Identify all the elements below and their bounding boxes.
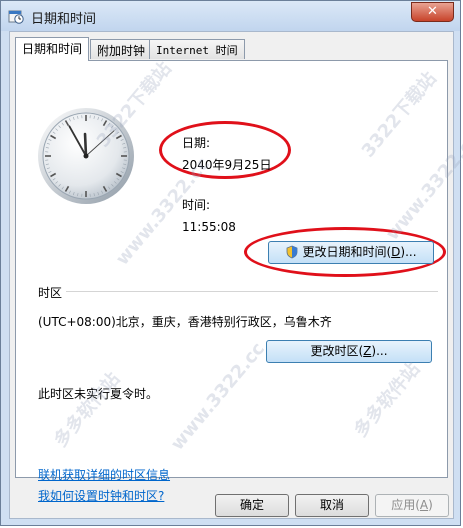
dst-note: 此时区未实行夏令时。 bbox=[38, 387, 159, 401]
close-icon: ✕ bbox=[427, 4, 438, 19]
tab-date-time[interactable]: 日期和时间 bbox=[15, 37, 90, 61]
uac-shield-icon bbox=[287, 245, 298, 259]
date-label: 日期: bbox=[182, 136, 211, 150]
apply-mnemonic: A bbox=[419, 498, 429, 512]
time-value: 11:55:08 bbox=[182, 220, 236, 234]
tab-additional-clocks[interactable]: 附加时钟 bbox=[90, 39, 153, 59]
ok-label: 确定 bbox=[239, 498, 264, 512]
link-timezone-info[interactable]: 联机获取详细的时区信息 bbox=[38, 466, 170, 483]
window-title: 日期和时间 bbox=[31, 12, 97, 27]
title-bar[interactable]: 日期和时间 ✕ bbox=[1, 1, 460, 31]
tab-label: Internet 时间 bbox=[156, 44, 238, 57]
timezone-separator bbox=[66, 291, 438, 292]
change-date-time-mnemonic: D bbox=[391, 245, 401, 259]
clock-calendar-icon bbox=[8, 10, 24, 24]
link-how-set-clock[interactable]: 我如何设置时钟和时区? bbox=[38, 487, 164, 504]
change-timezone-button[interactable]: 更改时区(Z)... bbox=[266, 340, 432, 363]
cancel-label: 取消 bbox=[319, 498, 344, 512]
date-time-dialog: 日期和时间 ✕ 日期和时间 附加时钟 Internet 时间 日期: 2040年… bbox=[0, 0, 463, 526]
tab-internet-time[interactable]: Internet 时间 bbox=[149, 39, 245, 59]
tab-label: 日期和时间 bbox=[22, 42, 83, 56]
apply-label: 应用 bbox=[391, 498, 416, 512]
cancel-button[interactable]: 取消 bbox=[295, 494, 369, 517]
time-label: 时间: bbox=[182, 198, 211, 212]
date-value: 2040年9月25日 bbox=[182, 158, 272, 172]
change-timezone-label: 更改时区 bbox=[310, 344, 359, 358]
apply-button[interactable]: 应用(A) bbox=[375, 494, 449, 517]
dialog-client-area: 日期和时间 附加时钟 Internet 时间 日期: 2040年9月25日 时间… bbox=[9, 31, 454, 519]
clock-center bbox=[83, 153, 89, 159]
tab-panel: 日期: 2040年9月25日 时间: 11:55:08 更改日期和时间(D)..… bbox=[15, 60, 448, 503]
change-date-time-button[interactable]: 更改日期和时间(D)... bbox=[268, 241, 434, 264]
close-button[interactable]: ✕ bbox=[411, 2, 454, 22]
change-date-time-label: 更改日期和时间 bbox=[302, 245, 387, 259]
timezone-value: (UTC+08:00)北京，重庆，香港特别行政区，乌鲁木齐 bbox=[38, 315, 332, 329]
analog-clock bbox=[38, 108, 134, 204]
change-timezone-mnemonic: Z bbox=[363, 344, 372, 358]
timezone-heading: 时区 bbox=[38, 286, 63, 300]
tab-label: 附加时钟 bbox=[97, 44, 146, 58]
ok-button[interactable]: 确定 bbox=[215, 494, 289, 517]
